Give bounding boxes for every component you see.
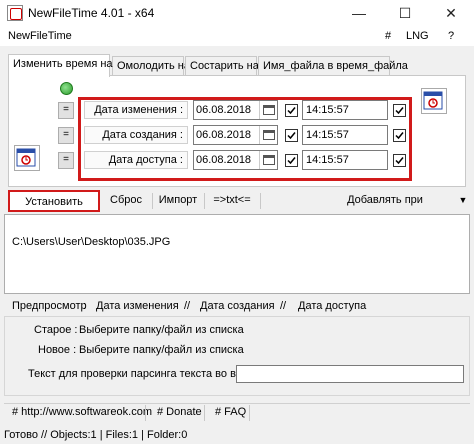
website-link[interactable]: # http://www.softwareok.com xyxy=(12,406,152,418)
tab-filename-time[interactable]: Имя_файла в время_файла xyxy=(258,56,408,76)
app-icon xyxy=(7,5,23,21)
status-text: Готово // Objects:1 | Files:1 | Folder:0 xyxy=(4,429,188,441)
minimize-button[interactable]: — xyxy=(336,0,382,26)
close-button[interactable]: ✕ xyxy=(428,0,474,26)
file-list[interactable]: C:\Users\User\Desktop\035.JPG xyxy=(4,214,470,294)
drag-add-dropdown[interactable]: Добавлять при перетягивании: xyxy=(314,190,456,226)
date-value-accessed: 06.08.2018 xyxy=(196,154,252,166)
status-bar: Готово // Objects:1 | Files:1 | Folder:0 xyxy=(0,425,474,444)
time-input-modified[interactable]: 14:15:57 xyxy=(302,100,388,120)
date-value-modified: 06.08.2018 xyxy=(196,104,252,116)
import-button[interactable]: Импорт xyxy=(156,190,200,212)
time-input-accessed[interactable]: 14:15:57 xyxy=(302,150,388,170)
menu-help[interactable]: ? xyxy=(448,30,454,42)
toolbar-separator xyxy=(152,193,153,209)
new-value: Выберите папку/файл из списка xyxy=(79,344,244,356)
date-input-modified[interactable]: 06.08.2018 xyxy=(193,100,278,120)
tab-change-time[interactable]: Изменить время на xyxy=(8,54,113,77)
set-time-button[interactable]: Установить время xyxy=(8,190,100,228)
date-input-created[interactable]: 06.08.2018 xyxy=(193,125,278,145)
date-input-accessed[interactable]: 06.08.2018 xyxy=(193,150,278,170)
faq-link[interactable]: # FAQ xyxy=(215,406,246,418)
toolbar-separator xyxy=(260,193,261,209)
preview-accessed[interactable]: Дата доступа xyxy=(298,300,366,312)
eq-button-accessed[interactable]: = xyxy=(58,152,74,169)
preview-created[interactable]: Дата создания xyxy=(200,300,275,312)
maximize-button[interactable]: ☐ xyxy=(382,0,428,26)
checkbox-date-created[interactable] xyxy=(285,129,298,142)
checkbox-time-created[interactable] xyxy=(393,129,406,142)
checkbox-time-modified[interactable] xyxy=(393,104,406,117)
old-label: Старое : xyxy=(34,324,78,336)
preview-modified[interactable]: Дата изменения xyxy=(96,300,179,312)
calendar-icon[interactable] xyxy=(259,126,277,144)
window-title: NewFileTime 4.01 - x64 xyxy=(28,6,155,20)
preview-colon: : xyxy=(83,300,87,312)
reset-button[interactable]: Сброс xyxy=(104,190,148,212)
link-separator xyxy=(204,405,205,421)
calendar-clock-icon[interactable] xyxy=(421,88,447,114)
eq-button-modified[interactable]: = xyxy=(58,102,74,119)
donate-link[interactable]: # Donate xyxy=(157,406,202,418)
preview-label: Предпросмотр xyxy=(12,300,87,312)
new-label: Новое : xyxy=(38,344,77,356)
toolbar: Установить время Сброс Импорт =>txt<= До… xyxy=(0,190,474,228)
menu-app[interactable]: NewFileTime xyxy=(8,30,72,42)
calendar-icon[interactable] xyxy=(259,101,277,119)
tab-age[interactable]: Состарить на xyxy=(185,56,259,76)
time-input-created[interactable]: 14:15:57 xyxy=(302,125,388,145)
label-accessed: Дата доступа : xyxy=(84,151,188,169)
menu-hash[interactable]: # xyxy=(385,30,391,42)
link-separator xyxy=(249,405,250,421)
menu-language[interactable]: LNG xyxy=(406,30,429,42)
chevron-down-icon[interactable]: ▼ xyxy=(456,190,470,212)
calendar-clock-icon[interactable] xyxy=(14,145,40,171)
calendar-icon[interactable] xyxy=(259,151,277,169)
refresh-icon[interactable] xyxy=(60,82,73,95)
list-item[interactable]: C:\Users\User\Desktop\035.JPG xyxy=(12,236,170,248)
checkbox-date-accessed[interactable] xyxy=(285,154,298,167)
preview-separator: // xyxy=(280,300,287,312)
label-created: Дата создания : xyxy=(84,126,188,144)
parse-label: Текст для проверки парсинга текста во вр… xyxy=(28,368,262,380)
checkbox-date-modified[interactable] xyxy=(285,104,298,117)
date-value-created: 06.08.2018 xyxy=(196,129,252,141)
title-bar: NewFileTime 4.01 - x64 — ☐ ✕ xyxy=(0,0,474,26)
parse-input[interactable] xyxy=(236,365,464,383)
eq-button-created[interactable]: = xyxy=(58,127,74,144)
old-value: Выберите папку/файл из списка xyxy=(79,324,244,336)
tab-rejuvenate[interactable]: Омолодить на xyxy=(112,56,190,76)
preview-separator: // xyxy=(184,300,191,312)
toolbar-separator xyxy=(204,193,205,209)
checkbox-time-accessed[interactable] xyxy=(393,154,406,167)
link-separator xyxy=(145,405,146,421)
label-modified: Дата изменения : xyxy=(84,101,188,119)
txt-button[interactable]: =>txt<= xyxy=(208,190,256,212)
